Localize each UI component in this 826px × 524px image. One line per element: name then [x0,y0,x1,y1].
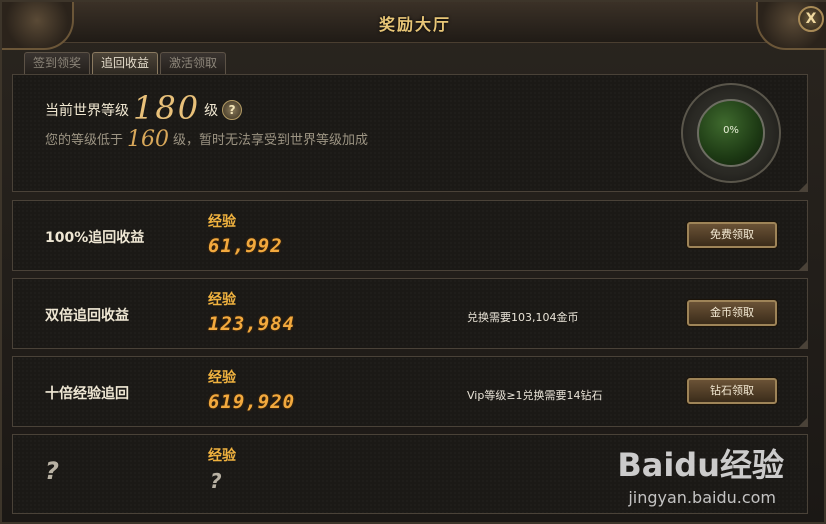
exp-label: 经验 [208,448,236,464]
diamond-claim-button[interactable]: 钻石领取 [687,378,777,404]
tab-activate-claim[interactable]: 激活领取 [160,52,227,74]
cost-text: Vip等级≥1兑换需要14钻石 [467,389,603,402]
reward-row-tenfold: 十倍经验追回 经验 619,920 Vip等级≥1兑换需要14钻石 钻石领取 [12,356,808,427]
tab-bar: 签到领奖 追回收益 激活领取 [24,52,228,74]
tab-signin-reward[interactable]: 签到领奖 [24,52,91,74]
reward-hall-window: 奖励大厅 X 签到领奖 追回收益 激活领取 当前世界等级 180 级? 您的等级低于 16… [0,0,826,524]
help-icon[interactable]: ? [222,100,243,120]
exp-value: 619,920 [208,391,296,413]
level-notice-prefix: 您的等级低于 [45,133,124,148]
exp-label: 经验 [208,370,236,386]
world-level-line: 当前世界等级 180 级? [45,89,243,127]
world-level-prefix: 当前世界等级 [45,103,129,119]
row-label: 双倍追回收益 [45,308,129,324]
row-label: 100%追回收益 [45,230,145,246]
world-level-value: 180 [133,89,201,127]
exp-value: 123,984 [208,313,296,335]
close-button[interactable]: X [798,6,824,32]
world-level-unit: 级 [204,103,219,119]
title-bar: 奖励大厅 X [2,2,826,50]
level-notice: 您的等级低于 160 级，暂时无法享受到世界等级加成 [45,127,368,152]
exp-value: 61,992 [208,235,283,257]
panel-corner [799,183,807,191]
locked-exp-value: ? [210,469,222,493]
panel-corner [799,340,807,348]
window-title: 奖励大厅 [378,15,451,34]
panel-corner [799,418,807,426]
world-level-panel: 当前世界等级 180 级? 您的等级低于 160 级，暂时无法享受到世界等级加成 0% [12,74,808,192]
cost-text: 兑换需要103,104金币 [467,311,579,324]
row-label: 十倍经验追回 [45,386,129,402]
exp-label: 经验 [208,214,236,230]
close-icon: X [805,11,817,27]
watermark-logo: Baidu经验 [617,446,784,484]
exp-label: 经验 [208,292,236,308]
locked-label: ? [45,457,59,485]
watermark-url: jingyan.baidu.com [628,488,776,507]
progress-orb: 0% [681,83,781,183]
gold-claim-button[interactable]: 金币领取 [687,300,777,326]
reward-row-double: 双倍追回收益 经验 123,984 兑换需要103,104金币 金币领取 [12,278,808,349]
orb-core-icon: 0% [697,99,765,167]
tab-recover-income[interactable]: 追回收益 [92,52,159,74]
free-claim-button[interactable]: 免费领取 [687,222,777,248]
reward-row-free: 100%追回收益 经验 61,992 免费领取 [12,200,808,271]
level-notice-suffix: 级，暂时无法享受到世界等级加成 [173,133,369,148]
level-notice-value: 160 [127,127,170,152]
panel-corner [799,262,807,270]
orb-percent: 0% [723,125,739,136]
